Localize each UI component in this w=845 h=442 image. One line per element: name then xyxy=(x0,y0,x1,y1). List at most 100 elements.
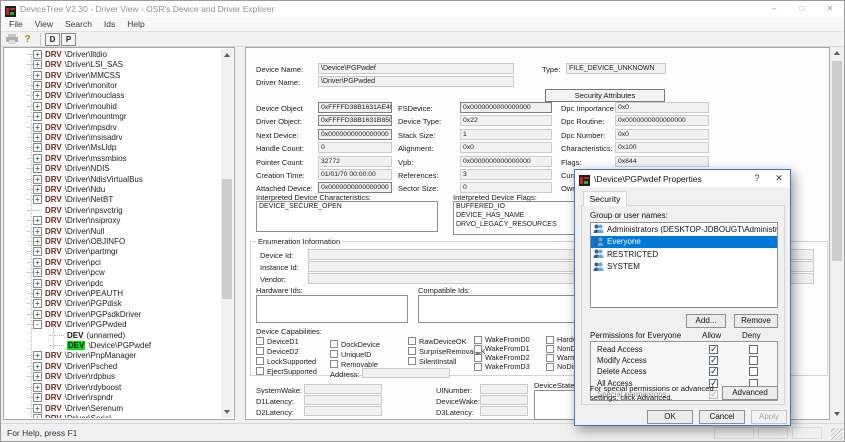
tree-expand-box[interactable]: + xyxy=(33,247,42,256)
tree-expand-box[interactable]: + xyxy=(33,195,42,204)
tree-row[interactable]: + DRV \Driver\mouclass xyxy=(5,91,221,101)
tree-item-label[interactable]: \Driver\lltdio xyxy=(65,50,107,59)
tree-item-label[interactable]: \Driver\PEAUTH xyxy=(65,289,123,298)
interp-chars-list[interactable]: DEVICE_SECURE_OPEN xyxy=(256,201,438,232)
tree-expand-box[interactable]: + xyxy=(33,268,42,277)
allow-checkbox[interactable] xyxy=(709,345,718,354)
field-value[interactable]: 01/01/70 00:00:00 xyxy=(318,169,392,180)
allow-checkbox[interactable] xyxy=(709,367,718,376)
tree-expand-box[interactable]: + xyxy=(33,289,42,298)
tree-expand-box[interactable] xyxy=(55,345,64,346)
scroll-up-icon[interactable] xyxy=(834,51,840,55)
checkbox[interactable] xyxy=(408,357,416,365)
add-button[interactable]: Add... xyxy=(686,314,726,328)
tree-row[interactable]: + DRV \Driver\NdisVirtualBus xyxy=(5,174,221,184)
tree-expand-box[interactable]: + xyxy=(33,143,42,152)
tree-expand-box[interactable]: + xyxy=(33,299,42,308)
tree-item-label[interactable]: \Driver\Null xyxy=(65,227,105,236)
tree-item-label[interactable]: \Driver\mpsdrv xyxy=(65,123,117,132)
user-list[interactable]: Administrators (DESKTOP-JDBOUGT\Administ… xyxy=(590,222,778,308)
field-value[interactable]: 0x22 xyxy=(460,115,552,126)
tree-item-label[interactable]: \Driver\msisadrv xyxy=(65,133,123,142)
tree-row[interactable]: + DRV \Driver\PEAUTH xyxy=(5,288,221,298)
capability-checkbox-row[interactable]: DeviceD1 xyxy=(256,336,317,346)
tree-item-label[interactable]: \Driver\mssmbios xyxy=(65,154,127,163)
tree-item-label[interactable]: \Driver\MMCSS xyxy=(65,71,121,80)
tree-item-label[interactable]: \Driver\mountmgr xyxy=(65,112,127,121)
tree-row[interactable]: + DRV \Driver\MsLldp xyxy=(5,143,221,153)
detail-scroll-thumb[interactable] xyxy=(832,61,842,261)
capability-checkbox-row[interactable]: WakeFromD0 xyxy=(474,335,530,344)
checkbox[interactable] xyxy=(546,363,554,371)
tree-expand-box[interactable]: + xyxy=(33,393,42,402)
tree-item-label[interactable]: \Driver\pdc xyxy=(65,279,104,288)
list-item[interactable]: DEVICE_SECURE_OPEN xyxy=(257,202,437,211)
menu-item[interactable]: View xyxy=(29,17,59,31)
checkbox[interactable] xyxy=(330,360,338,368)
scroll-down-icon[interactable] xyxy=(224,410,230,414)
capability-checkbox-row[interactable]: UniqueID xyxy=(330,349,380,359)
tree-expand-box[interactable]: + xyxy=(33,372,42,381)
menu-item[interactable]: Ids xyxy=(98,17,121,31)
checkbox[interactable] xyxy=(474,354,482,362)
tree-expand-box[interactable]: + xyxy=(33,414,42,418)
tree-expand-box[interactable]: + xyxy=(33,154,42,163)
capability-checkbox-row[interactable]: WakeFromD3 xyxy=(474,362,530,371)
deny-checkbox[interactable] xyxy=(749,345,758,354)
tree-row[interactable]: + DRV \Driver\nsiproxy xyxy=(5,216,221,226)
field-value[interactable]: 0x0000000000000000 xyxy=(460,156,552,167)
checkbox[interactable] xyxy=(474,363,482,371)
tree-item-label[interactable]: \Driver\pcw xyxy=(65,268,105,277)
tree-item-label[interactable]: \Driver\Ndu xyxy=(65,185,105,194)
tree-row[interactable]: + DRV \Driver\Null xyxy=(5,226,221,236)
tree-row[interactable]: + DRV \Driver\rdyboost xyxy=(5,382,221,392)
tree-row[interactable]: + DRV \Driver\Serial xyxy=(5,413,221,418)
tree-item-label[interactable]: \Driver\LSI_SAS xyxy=(65,60,123,69)
tree-row[interactable]: DEV (unnamed) xyxy=(5,330,221,340)
tree-item-label[interactable]: \Driver\NetBT xyxy=(65,195,113,204)
checkbox[interactable] xyxy=(256,347,264,355)
tree-row[interactable]: + DRV \Driver\Psched xyxy=(5,361,221,371)
menu-item[interactable]: Help xyxy=(121,17,150,31)
tree-row[interactable]: + DRV \Driver\msisadrv xyxy=(5,132,221,142)
field-value[interactable]: 0x100 xyxy=(615,142,709,153)
ok-button[interactable]: OK xyxy=(647,410,693,424)
tree-row[interactable]: + DRV \Driver\PGPdisk xyxy=(5,299,221,309)
tree-expand-box[interactable]: + xyxy=(33,112,42,121)
tree-expand-box[interactable]: + xyxy=(33,362,42,371)
maximize-button[interactable]: □ xyxy=(788,1,816,17)
field-value[interactable]: 0x844 xyxy=(615,156,709,167)
checkbox[interactable] xyxy=(474,345,482,353)
field-value[interactable]: 0x0 xyxy=(615,129,709,140)
advanced-button[interactable]: Advanced xyxy=(722,386,778,400)
tree-row[interactable]: + DRV \Driver\lltdio xyxy=(5,49,221,59)
tree-expand-box[interactable]: + xyxy=(33,60,42,69)
tree-expand-box[interactable]: + xyxy=(33,258,42,267)
tree-row[interactable]: + DRV \Driver\partmgr xyxy=(5,247,221,257)
cancel-button[interactable]: Cancel xyxy=(699,410,745,424)
dialog-help-button[interactable]: ? xyxy=(746,170,768,187)
help-button[interactable]: ? xyxy=(20,33,35,46)
tree-row[interactable]: + DRV \Driver\LSI_SAS xyxy=(5,59,221,69)
capability-checkbox-row[interactable]: WakeFromD2 xyxy=(474,353,530,362)
tree-row[interactable]: + DRV \Driver\monitor xyxy=(5,80,221,90)
tree-item-label[interactable]: \Driver\MsLldp xyxy=(65,143,117,152)
tree-expand-box[interactable] xyxy=(33,210,42,211)
user-row[interactable]: SYSTEM xyxy=(591,261,777,274)
tree-item-label[interactable]: \Driver\monitor xyxy=(65,81,117,90)
tree-expand-box[interactable]: + xyxy=(33,50,42,59)
security-attributes-button[interactable]: Security Attributes xyxy=(545,89,665,102)
driver-view-button[interactable]: D xyxy=(45,33,60,46)
scroll-up-icon[interactable] xyxy=(224,53,230,57)
tree-row[interactable]: + DRV \Driver\mssmbios xyxy=(5,153,221,163)
field-value[interactable]: 32772 xyxy=(318,156,392,167)
capability-checkbox-row[interactable]: DockDevice xyxy=(330,339,380,349)
tree-expand-box[interactable]: + xyxy=(33,227,42,236)
user-row[interactable]: Everyone xyxy=(591,236,777,249)
tree-scroll-thumb[interactable] xyxy=(222,179,232,299)
field-value[interactable]: 0x0 xyxy=(615,102,709,113)
tree-row[interactable]: + DRV \Driver\mouhid xyxy=(5,101,221,111)
tree-row[interactable]: + DRV \Driver\NetBT xyxy=(5,195,221,205)
tree-row[interactable]: + DRV \Driver\Serenum xyxy=(5,403,221,413)
tree-expand-box[interactable]: + xyxy=(33,404,42,413)
